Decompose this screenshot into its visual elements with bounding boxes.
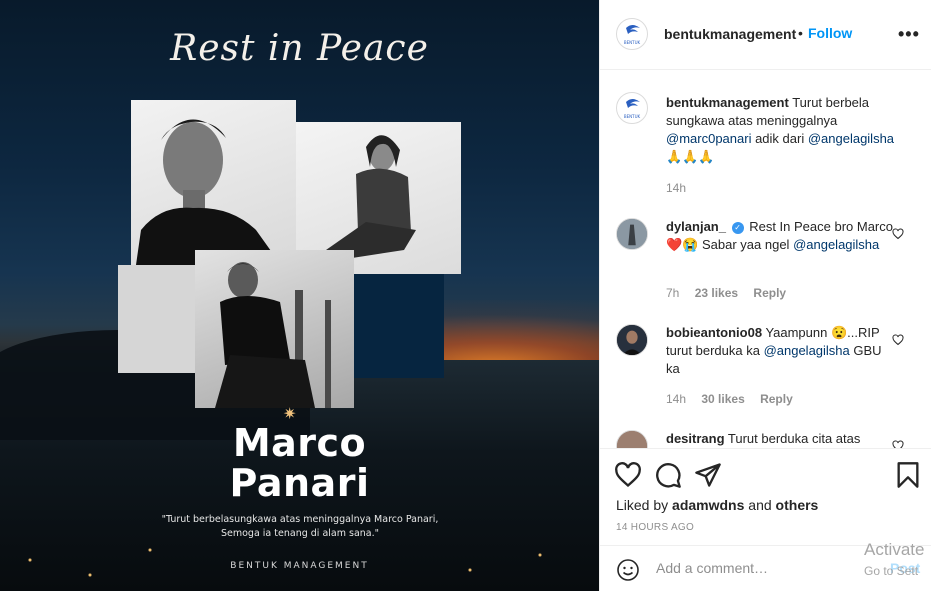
follow-button[interactable]: Follow <box>808 25 852 41</box>
comment-meta: 14h 30 likes Reply <box>666 392 805 406</box>
post-header: BENTUK bentukmanagement • Follow ••• <box>600 0 931 70</box>
post-timestamp[interactable]: 14 HOURS AGO <box>616 522 694 533</box>
caption-meta: 14h <box>666 181 698 195</box>
like-heart-icon[interactable] <box>614 461 642 489</box>
mention-link[interactable]: @angelagilsha <box>764 343 850 358</box>
header-username[interactable]: bentukmanagement <box>664 26 796 42</box>
commenter-username[interactable]: desitrang <box>666 431 725 446</box>
navy-block <box>354 256 444 378</box>
portrait-photo-3 <box>195 250 354 408</box>
save-bookmark-icon[interactable] <box>894 461 922 489</box>
caption-text: bentukmanagement Turut berbela sungkawa … <box>666 95 895 164</box>
comment-text: desitrang Turut berduka cita atas <box>666 431 861 446</box>
liked-by-text: Liked by adamwdns and others <box>616 497 819 513</box>
memorial-name: Marco Panari <box>229 421 370 505</box>
separator-dot: • <box>798 25 803 41</box>
reply-button[interactable]: Reply <box>760 392 793 406</box>
commenter-avatar[interactable] <box>616 430 648 448</box>
commenter-username[interactable]: bobieantonio08 <box>666 325 762 340</box>
caption-username[interactable]: bentukmanagement <box>666 95 789 110</box>
post-side-panel: BENTUK bentukmanagement • Follow ••• BEN… <box>599 0 931 591</box>
emoji-smile-icon[interactable] <box>616 558 640 582</box>
portrait-photo-1 <box>131 100 296 265</box>
windows-activation-subtext: Go to Sett <box>864 564 919 578</box>
comment-time[interactable]: 7h <box>666 286 679 300</box>
like-comment-heart-icon[interactable] <box>892 334 904 346</box>
like-comment-heart-icon[interactable] <box>892 228 904 240</box>
svg-text:BENTUK: BENTUK <box>624 114 641 119</box>
comment-text: bobieantonio08 Yaampunn 😧...RIP turut be… <box>666 325 882 376</box>
like-comment-heart-icon[interactable] <box>892 440 904 448</box>
mention-link[interactable]: @angelagilsha <box>793 237 879 252</box>
liked-by-others-link[interactable]: others <box>776 497 819 513</box>
commenter-username[interactable]: dylanjan_ <box>666 219 726 234</box>
grey-block <box>118 265 196 373</box>
brand-footer: BENTUK MANAGEMENT <box>230 561 369 571</box>
comments-list[interactable]: BENTUK bentukmanagement Turut berbela su… <box>600 70 931 448</box>
memorial-quote: "Turut berbelasungkawa atas meninggalnya… <box>161 514 439 539</box>
windows-activation-watermark: Activate <box>864 540 925 559</box>
comment-time[interactable]: 14h <box>666 392 686 406</box>
mention-link[interactable]: @angelagilsha <box>808 131 894 146</box>
mention-link[interactable]: @marc0panari <box>666 131 751 146</box>
comment-meta: 7h 23 likes Reply <box>666 286 798 300</box>
svg-text:BENTUK: BENTUK <box>624 40 641 45</box>
comment-text: dylanjan_ ✓ Rest In Peace bro Marco ❤️😭 … <box>666 219 893 252</box>
comment-likes[interactable]: 30 likes <box>701 392 744 406</box>
comment-bubble-icon[interactable] <box>654 461 682 489</box>
share-paper-plane-icon[interactable] <box>694 461 722 489</box>
caption-time[interactable]: 14h <box>666 181 686 195</box>
rest-in-peace-title: Rest in Peace <box>170 28 429 69</box>
more-options-icon[interactable]: ••• <box>898 24 920 45</box>
commenter-avatar[interactable] <box>616 218 648 250</box>
commenter-avatar[interactable] <box>616 324 648 356</box>
caption-avatar[interactable]: BENTUK <box>616 92 648 124</box>
add-comment-input[interactable]: Add a comment… <box>656 560 768 576</box>
liked-by-user-link[interactable]: adamwdns <box>672 497 744 513</box>
comment-likes[interactable]: 23 likes <box>695 286 738 300</box>
verified-badge-icon: ✓ <box>731 222 744 234</box>
account-avatar[interactable]: BENTUK <box>616 18 648 50</box>
reply-button[interactable]: Reply <box>753 286 786 300</box>
post-image[interactable]: Rest in Peace ✷ Marco Panari "Turut berb… <box>0 0 599 591</box>
